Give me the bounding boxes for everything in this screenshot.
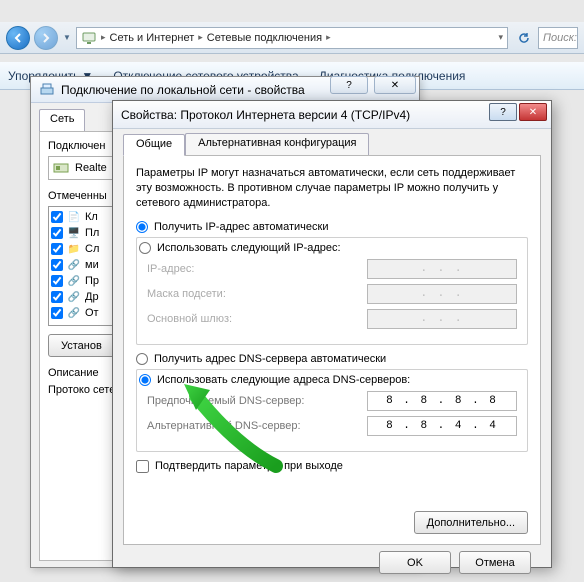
nic-icon [53, 160, 69, 176]
checkbox[interactable] [51, 275, 63, 287]
install-button[interactable]: Установ [48, 334, 115, 357]
checkbox[interactable] [51, 307, 63, 319]
arrow-left-icon [13, 33, 23, 43]
ok-button[interactable]: OK [379, 551, 451, 574]
chevron-right-icon: ▸ [101, 32, 106, 43]
dns-auto-radio[interactable] [136, 353, 148, 365]
dialog-titlebar[interactable]: Свойства: Протокол Интернета версии 4 (T… [113, 101, 551, 129]
checkbox[interactable] [51, 227, 63, 239]
adapter-name: Realte [75, 162, 107, 174]
network-adapter-icon [39, 82, 55, 98]
close-button[interactable]: ✕ [519, 103, 547, 121]
arrow-right-icon [41, 33, 51, 43]
dns-alternate-label: Альтернативный DNS-сервер: [147, 420, 367, 432]
ip-manual-radio-row[interactable]: Использовать следующий IP-адрес: [139, 242, 517, 254]
tab-general[interactable]: Общие [123, 134, 185, 156]
ip-auto-radio-row[interactable]: Получить IP-адрес автоматически [136, 221, 528, 233]
subnet-mask-input: . . . [367, 284, 517, 304]
ip-auto-radio[interactable] [136, 221, 148, 233]
chevron-right-icon: ▸ [326, 32, 331, 43]
dialog-title: Подключение по локальной сети - свойства [61, 83, 305, 97]
checkbox[interactable] [51, 259, 63, 271]
dialog-footer: OK Отмена [123, 545, 541, 574]
breadcrumb-item[interactable]: Сетевые подключения [207, 32, 322, 44]
gateway-label: Основной шлюз: [147, 313, 367, 325]
dns-preferred-label: Предпочитаемый DNS-сервер: [147, 395, 367, 407]
refresh-button[interactable] [514, 28, 534, 48]
subnet-mask-label: Маска подсети: [147, 288, 367, 300]
tab-strip: Общие Альтернативная конфигурация [123, 133, 541, 155]
responder-icon: 🔗 [67, 306, 81, 320]
nav-history-dropdown[interactable]: ▼ [62, 29, 72, 47]
ip-manual-label: Использовать следующий IP-адрес: [157, 242, 341, 254]
nav-forward-button[interactable] [34, 26, 58, 50]
confirm-on-exit-label: Подтвердить параметры при выходе [155, 460, 343, 472]
cancel-button[interactable]: Отмена [459, 551, 531, 574]
chevron-right-icon: ▸ [198, 32, 203, 43]
dns-manual-group: Использовать следующие адреса DNS-сервер… [136, 369, 528, 452]
ip-manual-radio[interactable] [139, 242, 151, 254]
ip-address-label: IP-адрес: [147, 263, 367, 275]
protocol-icon: 🔗 [67, 274, 81, 288]
tab-network[interactable]: Сеть [39, 109, 85, 131]
checkbox[interactable] [51, 243, 63, 255]
breadcrumb-item[interactable]: Сеть и Интернет [110, 32, 195, 44]
refresh-icon [517, 31, 531, 45]
gateway-input: . . . [367, 309, 517, 329]
checkbox[interactable] [51, 291, 63, 303]
dns-preferred-input[interactable]: 8 . 8 . 8 . 8 [367, 391, 517, 411]
service-icon: 📁 [67, 242, 81, 256]
dns-auto-label: Получить адрес DNS-сервера автоматически [154, 353, 386, 365]
ip-manual-group: Использовать следующий IP-адрес: IP-адре… [136, 237, 528, 345]
ip-auto-label: Получить IP-адрес автоматически [154, 221, 328, 233]
checkbox[interactable] [51, 211, 63, 223]
dns-auto-radio-row[interactable]: Получить адрес DNS-сервера автоматически [136, 353, 528, 365]
dns-manual-radio[interactable] [139, 374, 151, 386]
nav-back-button[interactable] [6, 26, 30, 50]
help-button[interactable]: ? [489, 103, 517, 121]
confirm-on-exit-row[interactable]: Подтвердить параметры при выходе [136, 460, 528, 473]
breadcrumb[interactable]: ▸ Сеть и Интернет ▸ Сетевые подключения … [76, 27, 508, 49]
breadcrumb-dropdown[interactable]: ▾ [498, 32, 503, 43]
dns-manual-radio-row[interactable]: Использовать следующие адреса DNS-сервер… [139, 374, 517, 386]
close-button[interactable]: ✕ [374, 76, 416, 94]
search-input[interactable]: Поиск: [538, 27, 578, 49]
network-icon [81, 30, 97, 46]
ipv4-properties-dialog: Свойства: Протокол Интернета версии 4 (T… [112, 100, 552, 568]
intro-text: Параметры IP могут назначаться автоматич… [136, 166, 528, 211]
dialog-title: Свойства: Протокол Интернета версии 4 (T… [121, 108, 410, 122]
tab-alternate-config[interactable]: Альтернативная конфигурация [185, 133, 369, 155]
advanced-button[interactable]: Дополнительно... [414, 511, 528, 534]
ip-address-input: . . . [367, 259, 517, 279]
confirm-on-exit-checkbox[interactable] [136, 460, 149, 473]
scheduler-icon: 🖥️ [67, 226, 81, 240]
dns-manual-label: Использовать следующие адреса DNS-сервер… [157, 374, 410, 386]
explorer-nav-bar: ▼ ▸ Сеть и Интернет ▸ Сетевые подключени… [0, 22, 584, 54]
driver-icon: 🔗 [67, 290, 81, 304]
protocol-icon: 🔗 [67, 258, 81, 272]
dns-alternate-input[interactable]: 8 . 8 . 4 . 4 [367, 416, 517, 436]
client-icon: 📄 [67, 210, 81, 224]
help-button[interactable]: ? [330, 76, 368, 94]
